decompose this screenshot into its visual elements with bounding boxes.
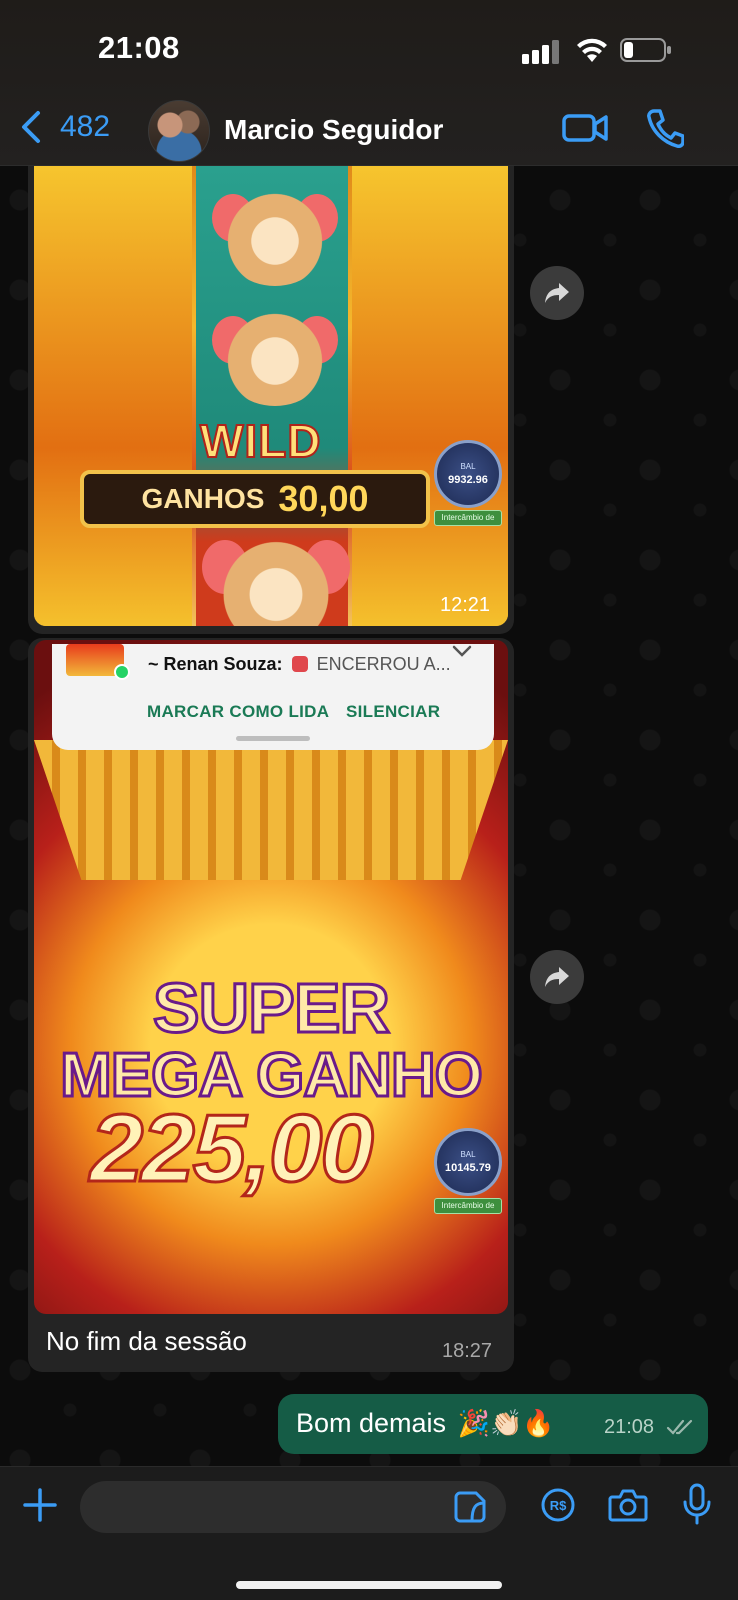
wifi-icon (577, 38, 607, 62)
sticker-icon[interactable] (452, 1489, 488, 1525)
message-caption: No fim da sessão (46, 1326, 247, 1356)
wild-mouse-symbol (220, 186, 330, 286)
reel-left (34, 166, 192, 626)
balance-label: BAL (460, 462, 476, 471)
win-value: 30,00 (278, 478, 369, 519)
status-time: 21:08 (98, 30, 180, 65)
notification-handle[interactable] (236, 736, 310, 741)
message-time: 18:27 (442, 1340, 493, 1362)
chevron-down-icon[interactable] (452, 644, 472, 658)
unread-count: 482 (60, 110, 111, 143)
notification-banner[interactable]: ~ Renan Souza: ENCERROU A... MARCAR COMO… (52, 644, 494, 750)
contact-name[interactable]: Marcio Seguidor (224, 114, 443, 146)
win-amount: 225,00 (89, 1094, 376, 1204)
exchange-label: Intercâmbio de (434, 510, 502, 526)
exchange-label: Intercâmbio de (434, 1198, 502, 1214)
notification-sender: ~ Renan Souza: (148, 654, 283, 674)
microphone-icon[interactable] (682, 1483, 712, 1525)
outgoing-text-row: Bom demais 🎉👏🏻🔥 (296, 1408, 555, 1439)
chat-header: 21:08 482 Marcio Seguidor (0, 0, 738, 166)
video-call-icon[interactable] (562, 112, 608, 144)
balance-badge-2: BAL 10145.79 Intercâmbio de (434, 1128, 502, 1218)
forward-button[interactable] (530, 266, 584, 320)
balance-badge-1: BAL 9932.96 Intercâmbio de (434, 440, 502, 530)
mute-button[interactable]: SILENCIAR (346, 702, 440, 722)
temple-roof (34, 740, 508, 880)
outgoing-message[interactable]: Bom demais 🎉👏🏻🔥 21:08 (278, 1394, 708, 1454)
contact-avatar[interactable] (148, 100, 210, 162)
home-indicator[interactable] (236, 1581, 502, 1589)
win-label: GANHOS (141, 483, 265, 514)
balance-label: BAL (460, 1150, 476, 1159)
balance-value: 9932.96 (448, 474, 488, 486)
outgoing-time: 21:08 (604, 1416, 655, 1438)
outgoing-emojis: 🎉👏🏻🔥 (457, 1408, 555, 1438)
outgoing-text: Bom demais (296, 1408, 447, 1438)
message-composer: R$ (0, 1466, 738, 1600)
message-time: 12:21 (440, 594, 491, 616)
mark-as-read-button[interactable]: MARCAR COMO LIDA (147, 702, 329, 722)
chevron-left-icon (22, 111, 40, 143)
wild-label: WILD (199, 414, 322, 468)
cellular-signal-icon (522, 40, 559, 64)
double-check-icon (666, 1419, 693, 1435)
notification-text: ~ Renan Souza: ENCERROU A... (148, 654, 451, 675)
wild-mouse-symbol (220, 306, 330, 406)
back-button[interactable]: 482 (20, 110, 110, 144)
balance-circle: BAL 9932.96 (434, 440, 502, 508)
super-title: SUPER (151, 968, 391, 1049)
battery-icon (620, 38, 671, 62)
forward-arrow-icon (545, 283, 569, 303)
plus-icon[interactable] (22, 1487, 58, 1523)
voice-call-icon[interactable] (646, 108, 684, 148)
camera-icon[interactable] (608, 1487, 648, 1523)
message-input[interactable] (80, 1481, 506, 1533)
stop-sign-icon (291, 656, 308, 672)
win-banner: GANHOS 30,00 (80, 470, 430, 528)
svg-text:R$: R$ (550, 1498, 567, 1513)
whatsapp-icon (114, 664, 130, 680)
forward-button[interactable] (530, 950, 584, 1004)
balance-circle: BAL 10145.79 (434, 1128, 502, 1196)
forward-arrow-icon (545, 967, 569, 987)
reel-right (352, 166, 508, 626)
slot-game-screenshot-1[interactable] (34, 166, 508, 626)
payment-icon[interactable]: R$ (540, 1487, 576, 1523)
balance-value: 10145.79 (445, 1162, 491, 1174)
notification-preview: ENCERROU A... (316, 654, 451, 674)
